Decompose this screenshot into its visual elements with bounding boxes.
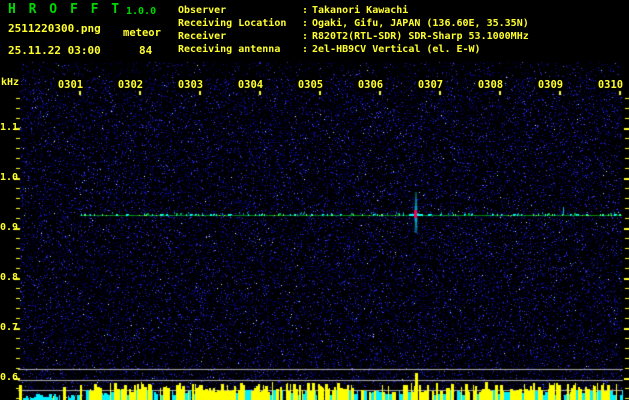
info-colon: : <box>302 43 312 56</box>
y-axis-label-0.8: 0.8 <box>0 272 14 284</box>
info-value: Takanori Kawachi <box>312 4 408 17</box>
info-row-receiving-location: Receiving Location:Ogaki, Gifu, JAPAN (1… <box>178 17 529 30</box>
y-axis-label-0.9: 0.9 <box>0 222 14 234</box>
info-row-observer: Observer:Takanori Kawachi <box>178 4 529 17</box>
y-axis-label-0.6: 0.6 <box>0 372 14 384</box>
x-axis-label-0304: 0304 <box>237 79 264 91</box>
y-axis-label-0.7: 0.7 <box>0 322 14 334</box>
info-colon: : <box>302 30 312 43</box>
info-colon: : <box>302 4 312 17</box>
info-colon: : <box>302 17 312 30</box>
info-label: Receiving antenna <box>178 43 302 56</box>
app-version: 1.0.0 <box>126 5 156 18</box>
info-row-receiver: Receiver:R820T2(RTL-SDR) SDR-Sharp 53.10… <box>178 30 529 43</box>
x-axis-label-0301: 0301 <box>57 79 84 91</box>
x-axis-label-0302: 0302 <box>117 79 144 91</box>
x-axis-label-0309: 0309 <box>537 79 564 91</box>
output-filename: 2511220300.png <box>8 22 101 35</box>
info-value: Ogaki, Gifu, JAPAN (136.60E, 35.35N) <box>312 17 529 30</box>
y-axis-label-1.0: 1.0 <box>0 172 14 184</box>
x-axis-label-0306: 0306 <box>357 79 384 91</box>
y-axis-label-1.1: 1.1 <box>0 122 14 134</box>
info-label: Observer <box>178 4 302 17</box>
mode-label: meteor <box>123 27 161 40</box>
x-axis-label-0307: 0307 <box>417 79 444 91</box>
y-axis-unit-label: kHz <box>1 76 19 89</box>
hrofft-window: H R O F F T 1.0.0 2511220300.png meteor … <box>0 0 629 400</box>
meteor-count: 84 <box>139 44 152 57</box>
info-value: R820T2(RTL-SDR) SDR-Sharp 53.1000MHz <box>312 30 529 43</box>
info-value: 2el-HB9CV Vertical (el. E-W) <box>312 43 481 56</box>
info-label: Receiver <box>178 30 302 43</box>
x-axis-label-0303: 0303 <box>177 79 204 91</box>
x-axis-label-0308: 0308 <box>477 79 504 91</box>
info-label: Receiving Location <box>178 17 302 30</box>
x-axis-label-0310: 0310 <box>597 79 624 91</box>
spectrogram-canvas <box>0 0 629 400</box>
app-title: H R O F F T <box>8 3 122 16</box>
observation-datetime: 25.11.22 03:00 <box>8 44 101 57</box>
station-info-block: Observer:Takanori KawachiReceiving Locat… <box>178 4 529 56</box>
info-row-receiving-antenna: Receiving antenna:2el-HB9CV Vertical (el… <box>178 43 529 56</box>
x-axis-label-0305: 0305 <box>297 79 324 91</box>
